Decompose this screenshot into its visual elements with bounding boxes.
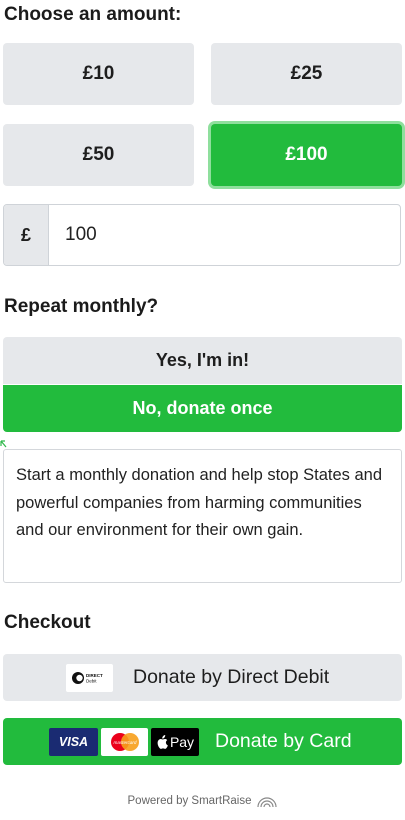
currency-symbol: £: [4, 205, 49, 265]
visa-icon: VISA: [49, 727, 98, 756]
svg-text:DIRECT: DIRECT: [86, 673, 103, 678]
direct-debit-button[interactable]: DIRECT Debit Donate by Direct Debit: [3, 654, 402, 701]
svg-text:Debit: Debit: [86, 678, 97, 683]
custom-amount-input[interactable]: 100: [49, 205, 400, 265]
mastercard-icon: mastercard: [101, 727, 148, 756]
amount-option-100[interactable]: £100: [211, 124, 402, 186]
apple-pay-text: Pay: [169, 733, 195, 750]
powered-by-text: Powered by SmartRaise: [127, 795, 252, 807]
amount-option-25[interactable]: £25: [211, 43, 402, 105]
custom-amount-field[interactable]: £ 100: [3, 204, 401, 266]
powered-by: Powered by SmartRaise: [0, 795, 405, 807]
svg-text:mastercard: mastercard: [113, 740, 136, 745]
card-button[interactable]: VISA mastercard Pay Donate by Card: [3, 718, 402, 765]
direct-debit-label: Donate by Direct Debit: [133, 666, 330, 688]
apple-pay-icon: Pay: [151, 727, 199, 756]
amount-option-50[interactable]: £50: [3, 124, 194, 186]
monthly-description: Start a monthly donation and help stop S…: [3, 449, 402, 583]
amount-option-10[interactable]: £10: [3, 43, 194, 105]
monthly-yes-button[interactable]: Yes, I'm in!: [3, 337, 402, 384]
checkout-heading: Checkout: [4, 612, 91, 633]
direct-debit-logo-icon: DIRECT Debit: [66, 663, 113, 692]
repeat-heading: Repeat monthly?: [4, 296, 159, 317]
amount-heading: Choose an amount:: [4, 4, 182, 25]
card-label: Donate by Card: [215, 730, 352, 752]
donate-once-button[interactable]: No, donate once: [3, 385, 402, 432]
smartraise-logo-icon: [256, 797, 277, 807]
